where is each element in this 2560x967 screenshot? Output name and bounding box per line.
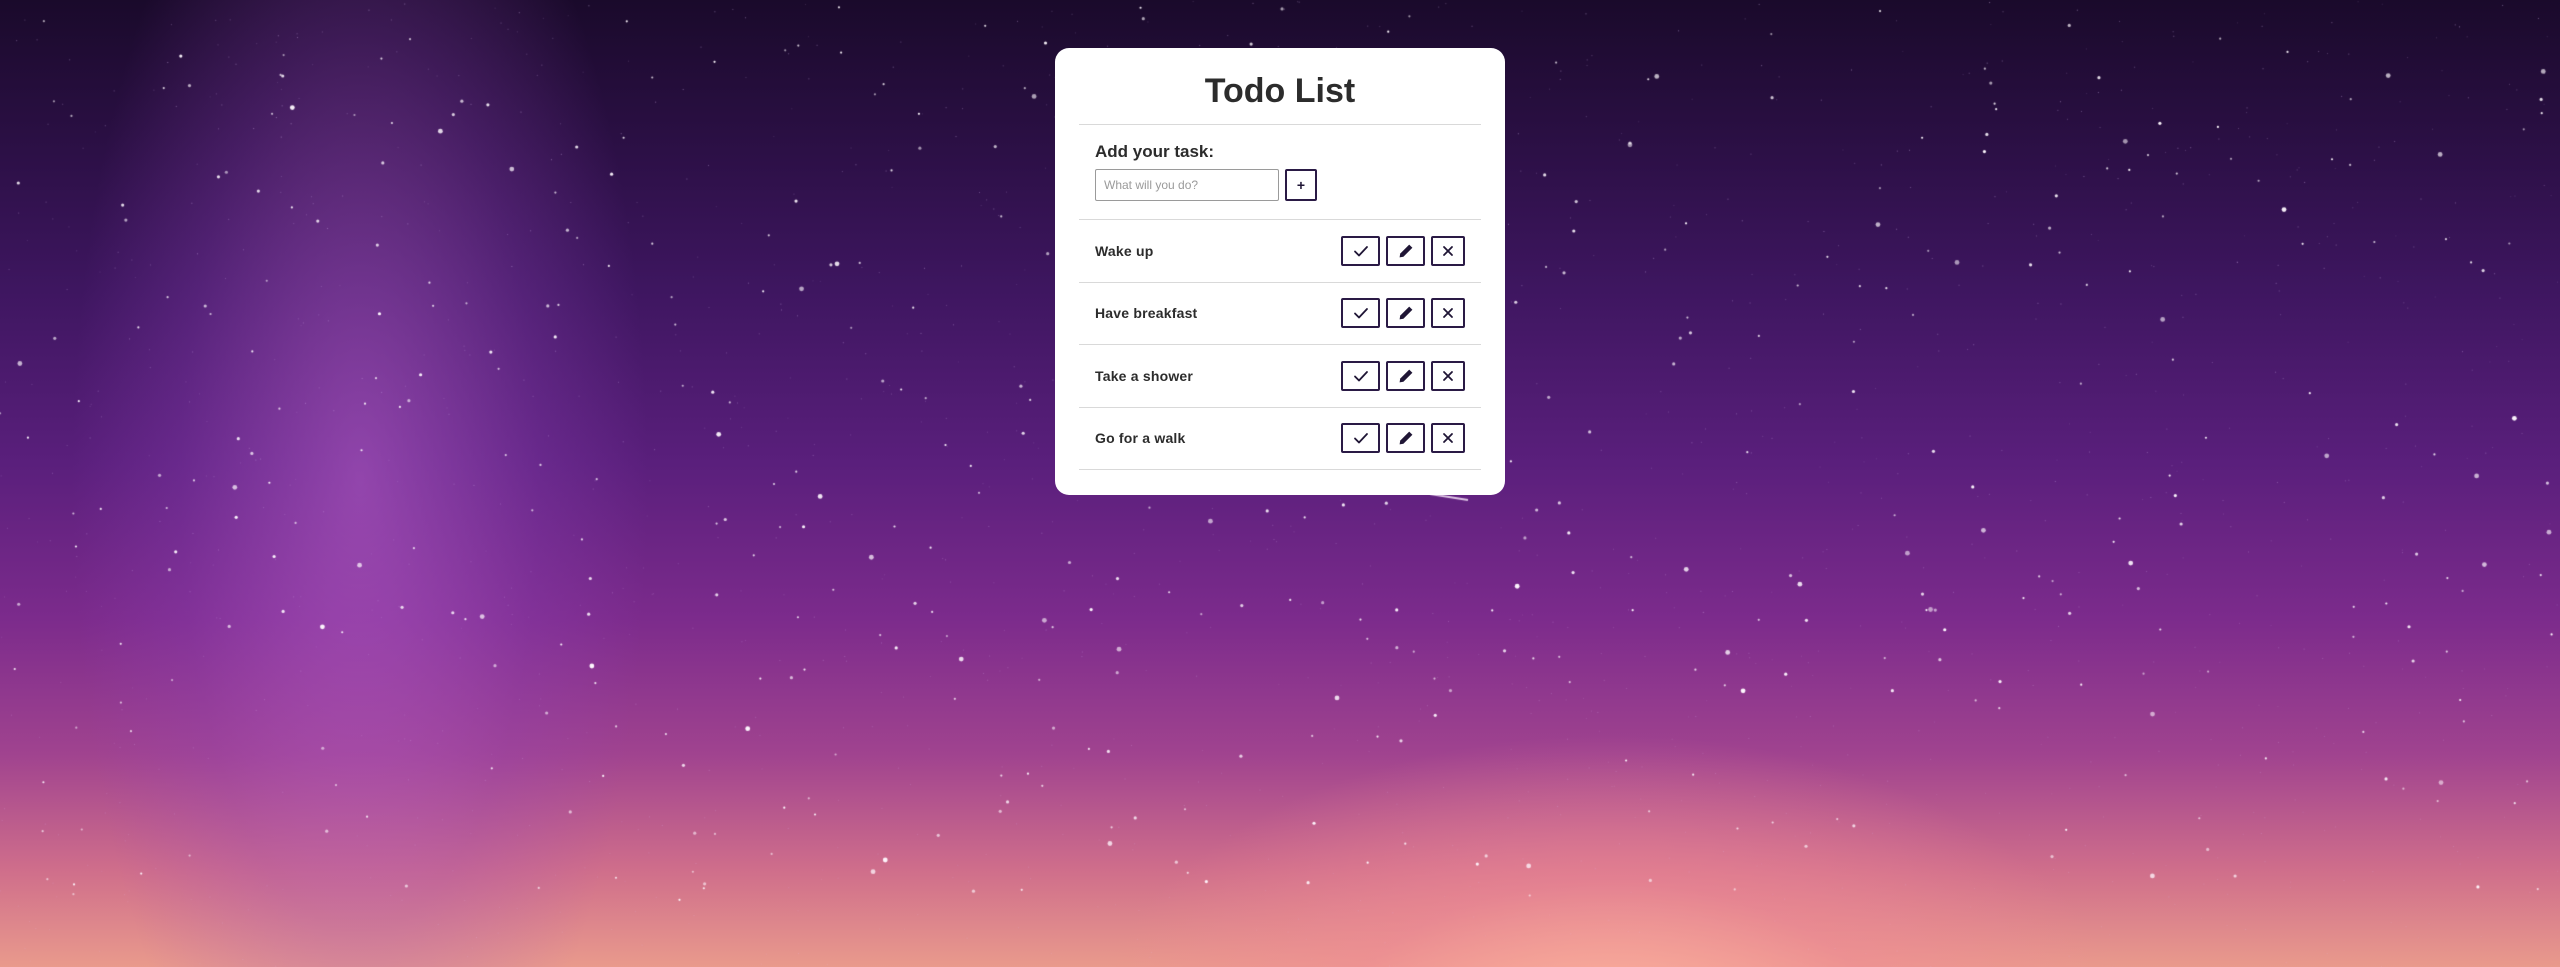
- check-icon: [1353, 433, 1368, 444]
- delete-button[interactable]: [1431, 360, 1465, 391]
- delete-button[interactable]: [1431, 235, 1465, 266]
- complete-button[interactable]: [1341, 360, 1380, 391]
- pencil-icon: [1399, 306, 1412, 320]
- todo-text: Go for a walk: [1095, 430, 1186, 447]
- todo-item: Go for a walk: [1079, 408, 1481, 470]
- pencil-icon: [1399, 431, 1412, 445]
- add-task-button[interactable]: +: [1285, 169, 1317, 201]
- todo-item: Take a shower: [1079, 345, 1481, 408]
- delete-button[interactable]: [1431, 298, 1465, 329]
- edit-button[interactable]: [1386, 298, 1425, 329]
- delete-button[interactable]: [1431, 423, 1465, 454]
- todo-card: Todo List Add your task: + Wake up: [1055, 48, 1505, 495]
- todo-list: Wake up Have breakfast Take a shower Go …: [1079, 220, 1481, 470]
- todo-actions: [1341, 235, 1465, 266]
- add-task-label: Add your task:: [1095, 142, 1215, 161]
- todo-actions: [1341, 298, 1465, 329]
- page-title: Todo List: [1079, 48, 1481, 125]
- close-icon: [1443, 308, 1453, 319]
- task-input[interactable]: [1095, 169, 1279, 201]
- add-task-row: +: [1095, 169, 1465, 201]
- todo-text: Wake up: [1095, 242, 1154, 259]
- add-task-form: Add your task: +: [1079, 125, 1481, 220]
- edit-button[interactable]: [1386, 360, 1425, 391]
- complete-button[interactable]: [1341, 298, 1380, 329]
- close-icon: [1443, 370, 1453, 381]
- close-icon: [1443, 433, 1453, 444]
- check-icon: [1353, 308, 1368, 319]
- pencil-icon: [1399, 369, 1412, 383]
- todo-actions: [1341, 423, 1465, 454]
- edit-button[interactable]: [1386, 235, 1425, 266]
- todo-text: Have breakfast: [1095, 305, 1198, 322]
- close-icon: [1443, 245, 1453, 256]
- todo-actions: [1341, 360, 1465, 391]
- check-icon: [1353, 245, 1368, 257]
- check-icon: [1353, 370, 1368, 382]
- todo-item: Have breakfast: [1079, 283, 1481, 345]
- complete-button[interactable]: [1341, 423, 1380, 454]
- pencil-icon: [1399, 244, 1412, 258]
- complete-button[interactable]: [1341, 235, 1380, 266]
- todo-item: Wake up: [1079, 220, 1481, 283]
- todo-text: Take a shower: [1095, 367, 1194, 384]
- edit-button[interactable]: [1386, 423, 1425, 454]
